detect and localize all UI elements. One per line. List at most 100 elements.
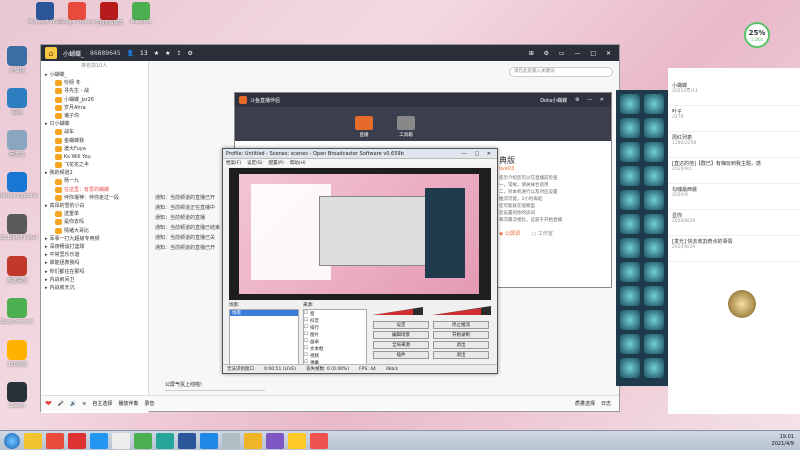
mic-icon[interactable]: 🎤 <box>58 401 64 407</box>
taskbar-app-icon[interactable] <box>288 432 306 449</box>
contact-row[interactable]: 勾魂最西装 2020/9 <box>668 184 800 210</box>
option-public[interactable]: ◉ 公屏调 <box>499 230 520 237</box>
channel-user-item[interactable]: 伴你凝神：伴你走过一段 <box>41 194 148 202</box>
channel-user-item[interactable]: 是你去吗 <box>41 218 148 226</box>
checkbox-icon[interactable]: ☐ <box>304 325 308 330</box>
heart-icon[interactable]: ❤ <box>45 399 52 408</box>
channel-user-item[interactable]: 送重单 <box>41 210 148 218</box>
contact-row[interactable]: [发光] 快去收割奇点的事情 2020/8/29 <box>668 236 800 262</box>
taskbar-app-icon[interactable] <box>310 432 328 449</box>
taskbar-app-icon[interactable] <box>134 432 152 449</box>
contact-row[interactable]: 小蝴蝶_ 2021/05/11 <box>668 80 800 106</box>
obs-button[interactable]: 开始录制 <box>433 331 489 339</box>
tab-live[interactable]: 直播 <box>355 116 373 141</box>
obs-button[interactable]: 插件 <box>373 351 429 359</box>
channel-user-item[interactable]: 情绪大哥比 <box>41 227 148 235</box>
channel-group-item[interactable]: ▸ 只小蝴蝶 <box>41 120 148 128</box>
channel-user-item[interactable]: 小蝴蝶_Jsr26 <box>41 96 148 104</box>
channel-user-item[interactable]: 渡大Fuya <box>41 145 148 153</box>
desktop-icon[interactable]: Steam <box>2 382 32 409</box>
checkbox-icon[interactable]: ☐ <box>304 311 308 316</box>
search-input[interactable]: 请在此处输入关键词 <box>509 67 613 77</box>
star-icon[interactable]: ★ <box>165 50 170 57</box>
taskbar-app-icon[interactable] <box>156 432 174 449</box>
desktop-icon[interactable]: Microsoft Word <box>28 2 62 25</box>
self-select[interactable]: 自主选择 <box>92 400 112 407</box>
desktop-icon[interactable]: Minecraft <box>130 2 152 25</box>
taskbar-app-icon[interactable] <box>24 432 42 449</box>
source-item[interactable]: ☐ 窗 <box>304 310 366 317</box>
desktop-icon[interactable]: EasyConnect <box>1 298 33 325</box>
desktop-icon[interactable]: Google Chrome <box>60 2 94 25</box>
tab-toolbox[interactable]: 工具箱 <box>397 116 415 141</box>
settings-icon[interactable]: ⚙ <box>188 50 193 57</box>
obs-button[interactable]: 停止推流 <box>433 321 489 329</box>
system-tray[interactable]: 19:01 2021/4/9 <box>772 434 794 448</box>
quality-select[interactable]: 质量选择 <box>575 400 595 407</box>
obs-button[interactable]: 编辑场景 <box>373 331 429 339</box>
checkbox-icon[interactable]: ☐ <box>304 339 308 344</box>
contact-row[interactable]: 周红列表 1280/2259 <box>668 132 800 158</box>
taskbar-app-icon[interactable] <box>200 432 218 449</box>
channel-user-item[interactable]: 怜悯 冬 <box>41 79 148 87</box>
channel-user-item[interactable]: Ks Will You <box>41 153 148 161</box>
chat-input[interactable]: 公屏气氛上线啦! <box>165 379 265 391</box>
source-item[interactable]: ☐ 抖音 <box>304 317 366 324</box>
channel-user-item[interactable]: 杨一九 <box>41 177 148 185</box>
taskbar-app-icon[interactable] <box>112 432 130 449</box>
equalizer-icon[interactable]: ≋ <box>82 401 86 407</box>
scene-item[interactable]: 场景 <box>230 310 298 316</box>
desktop-icon[interactable]: Internet Explorer <box>0 172 38 199</box>
contact-row[interactable]: 显你 2020/8/29 <box>668 210 800 236</box>
avatar[interactable] <box>728 290 756 318</box>
desktop-icon[interactable]: LOL Blend Panel <box>0 214 37 241</box>
obs-button[interactable]: 退出 <box>433 351 489 359</box>
channel-user-item[interactable]: 诸子你 <box>41 112 148 120</box>
channel-group-item[interactable]: ▸ 平常里乐乐谐 <box>41 251 148 259</box>
taskbar-app-icon[interactable] <box>244 432 262 449</box>
taskbar-app-icon[interactable] <box>46 432 64 449</box>
checkbox-icon[interactable]: ☐ <box>304 353 308 358</box>
log-button[interactable]: 日志 <box>601 400 619 407</box>
taskbar-app-icon[interactable] <box>90 432 108 449</box>
source-item[interactable]: ☐ 文本框 <box>304 345 366 352</box>
channel-user-item[interactable]: 在这里：有爱的蝴蝶 <box>41 186 148 194</box>
channel-group-item[interactable]: ▸ 我的频道2 <box>41 169 148 177</box>
channel-group-item[interactable]: ▸ 高昂的雪豹小白 <box>41 202 148 210</box>
window-controls[interactable]: — □ ✕ <box>462 151 497 157</box>
star-icon[interactable]: ★ <box>154 50 159 57</box>
obs-button[interactable]: 退出 <box>433 341 489 349</box>
taskbar-app-icon[interactable] <box>266 432 284 449</box>
play-accompany[interactable]: 播放伴奏 <box>118 400 138 407</box>
channel-group-item[interactable]: ▸ 小蝴蝶_ <box>41 71 148 79</box>
option-studio[interactable]: ○ 工作室 <box>532 230 553 237</box>
taskbar-app-icon[interactable] <box>68 432 86 449</box>
source-item[interactable]: ☐ 图片 <box>304 331 366 338</box>
home-icon[interactable]: ⌂ <box>45 47 57 59</box>
source-item[interactable]: ☐ 视频 <box>304 352 366 359</box>
channel-group-item[interactable]: ▸ 你们都住在那吗 <box>41 268 148 276</box>
checkbox-icon[interactable]: ☐ <box>304 332 308 337</box>
desktop-icon[interactable]: 回收站 <box>2 130 32 158</box>
window-controls[interactable]: ⚙ — ✕ <box>575 97 611 103</box>
channel-user-item[interactable]: 飞花花之半 <box>41 161 148 169</box>
performance-meter[interactable]: 25% 1.2K/s <box>744 22 770 48</box>
channel-group-item[interactable]: ▸ 谁能拯救我吗 <box>41 259 148 267</box>
desktop-icon[interactable]: 英雄联盟 <box>2 256 32 284</box>
source-item[interactable]: ☐ 画卓 <box>304 338 366 345</box>
channel-user-item[interactable]: 战车 <box>41 128 148 136</box>
desktop-icon[interactable]: 计算机 <box>2 46 32 74</box>
channel-user-item[interactable]: 岁月Ahra <box>41 104 148 112</box>
obs-button[interactable]: 设定 <box>373 321 429 329</box>
obs-button[interactable]: 全局来源 <box>373 341 429 349</box>
sources-list[interactable]: ☐ 窗 ☐ 抖音 ☐ 排行 ☐ 图片 ☐ 画卓 ☐ 文本框 ☐ 视频 ☐ 弹幕 <box>303 309 367 365</box>
obs-menu-item[interactable]: 设定(S) <box>247 160 262 166</box>
obs-menu-item[interactable]: 配置(P) <box>268 160 283 166</box>
channel-user-item[interactable]: 寻先生 - 战 <box>41 87 148 95</box>
desktop-icon[interactable]: 正版英雄联盟 <box>96 2 123 26</box>
channel-user-item[interactable]: 金蝴蝶我 <box>41 137 148 145</box>
desktop-icon[interactable]: 360游戏 <box>2 340 32 368</box>
taskbar-app-icon[interactable] <box>222 432 240 449</box>
share-icon[interactable]: ⇪ <box>176 50 181 57</box>
source-item[interactable]: ☐ 排行 <box>304 324 366 331</box>
